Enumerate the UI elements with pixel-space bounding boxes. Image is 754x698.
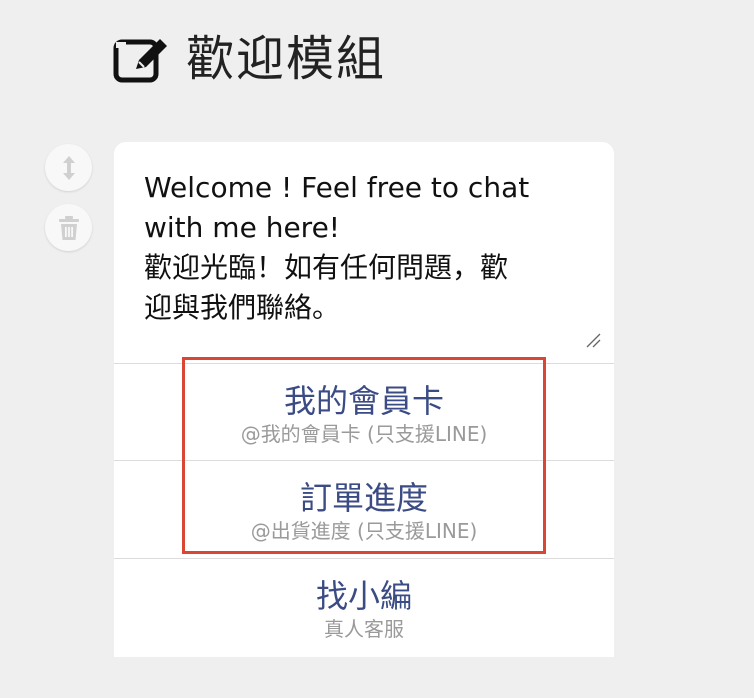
move-vertical-icon: [62, 155, 75, 180]
move-button[interactable]: [45, 144, 92, 191]
option-sublabel: 真人客服: [324, 617, 404, 641]
welcome-message-textarea[interactable]: Welcome ! Feel free to chat with me here…: [144, 168, 584, 328]
resize-grip-icon[interactable]: [585, 332, 601, 348]
page-title: 歡迎模組: [186, 31, 387, 87]
option-sublabel: @我的會員卡 (只支援LINE): [240, 422, 488, 446]
welcome-card: Welcome ! Feel free to chat with me here…: [114, 142, 614, 657]
edit-icon[interactable]: [112, 33, 172, 85]
option-order-progress[interactable]: 訂單進度 @出貨進度 (只支援LINE): [114, 460, 614, 557]
option-label: 訂單進度: [299, 479, 428, 517]
option-label: 我的會員卡: [283, 382, 444, 420]
option-member-card[interactable]: 我的會員卡 @我的會員卡 (只支援LINE): [114, 363, 614, 460]
trash-icon: [58, 215, 79, 240]
option-sublabel: @出貨進度 (只支援LINE): [250, 519, 478, 543]
option-contact-staff[interactable]: 找小編 真人客服: [114, 558, 614, 655]
delete-button[interactable]: [45, 204, 92, 251]
option-label: 找小編: [315, 577, 412, 615]
module-header: 歡迎模組: [112, 24, 386, 94]
